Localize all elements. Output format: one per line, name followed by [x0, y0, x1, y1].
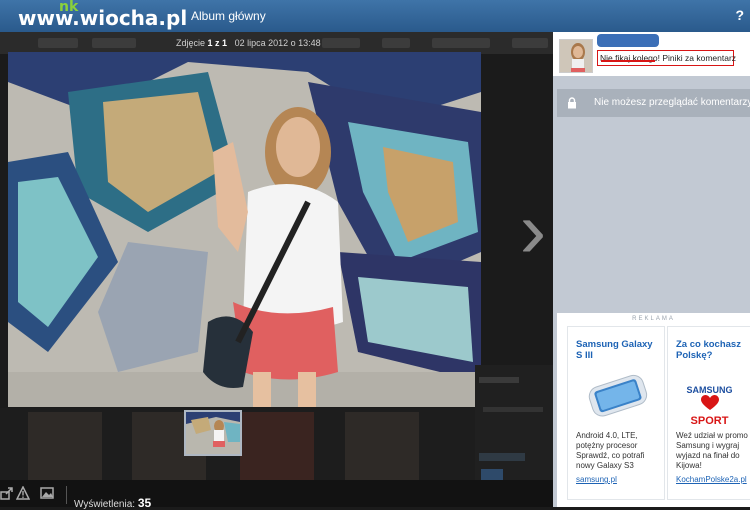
ad-card-euro[interactable]: Za co kochasz Polskę? SAMSUNG SPORT Weź … [667, 326, 750, 500]
ad-label: REKLAMA [632, 316, 675, 322]
next-photo-chevron-icon[interactable]: › [518, 185, 548, 275]
caption-underline-mark [601, 60, 655, 62]
avatar[interactable] [559, 39, 593, 73]
top-bar: nk www.wiocha.pl Album główny ? [0, 0, 750, 32]
lock-icon [568, 97, 576, 109]
dimmed-thumbnail-strip [0, 408, 553, 486]
dimmed-thumbnail [28, 412, 102, 486]
ad-text: Weź udział w promo Samsung i wygraj wyja… [676, 431, 748, 470]
photo-counter-label: Zdjęcie [176, 38, 206, 48]
ad-link[interactable]: KochamPolske2a.pl [676, 475, 747, 484]
ad-link[interactable]: samsung.pl [576, 475, 617, 484]
photo-thumbnail-active[interactable] [184, 410, 242, 456]
album-title[interactable]: Album główny [191, 9, 266, 23]
comments-locked-text: Nie możesz przeglądać komentarzy [594, 97, 750, 108]
ad-text: Android 4.0, LTE, potężny procesor Spraw… [576, 431, 645, 470]
site-logo[interactable]: nk www.wiocha.pl [18, 0, 188, 30]
photo-image [8, 52, 481, 407]
views-count: 35 [137, 496, 152, 510]
heart-icon [701, 395, 719, 410]
main-photo[interactable] [8, 52, 481, 407]
thumbnail-image [186, 412, 240, 454]
views-counter: Wyświetlenia: 35 [74, 496, 151, 510]
share-icon[interactable] [0, 486, 14, 500]
help-icon[interactable]: ? [735, 7, 744, 23]
photo-counter: 1 z 1 [207, 38, 228, 48]
sport-logo-text: SPORT [690, 415, 729, 427]
dimmed-side-content [475, 365, 553, 485]
phone-image [588, 374, 648, 417]
ad-area: REKLAMA Samsung Galaxy S III Android 4.0… [557, 313, 750, 507]
photo-caption: Nie fikaj kolego! Piniki za komentarz [597, 50, 736, 66]
logo-prefix: nk [59, 0, 79, 15]
photo-owner-header: Nie fikaj kolego! Piniki za komentarz [553, 32, 750, 76]
toolbar-divider [66, 486, 67, 504]
ad-title[interactable]: Za co kochasz Polskę? [676, 339, 750, 361]
ad-card-galaxy[interactable]: Samsung Galaxy S III Android 4.0, LTE, p… [567, 326, 665, 500]
owner-name-redacted[interactable] [597, 34, 659, 47]
samsung-logo: SAMSUNG [686, 385, 733, 395]
photo-info: Zdjęcie 1 z 1 02 lipca 2012 o 13:48 [176, 38, 321, 48]
comments-locked-notice: Nie możesz przeglądać komentarzy [557, 89, 750, 117]
photo-date: 02 lipca 2012 o 13:48 [234, 38, 321, 48]
views-label: Wyświetlenia: [74, 499, 136, 510]
image-icon[interactable] [40, 486, 54, 500]
dimmed-thumbnail [345, 412, 419, 486]
logo-text: www.wiocha.pl [18, 6, 188, 30]
report-warning-icon[interactable] [16, 486, 30, 500]
right-panel: Nie fikaj kolego! Piniki za komentarz Ni… [553, 32, 750, 507]
dimmed-thumbnail [240, 412, 314, 486]
ad-title[interactable]: Samsung Galaxy S III [576, 339, 660, 361]
